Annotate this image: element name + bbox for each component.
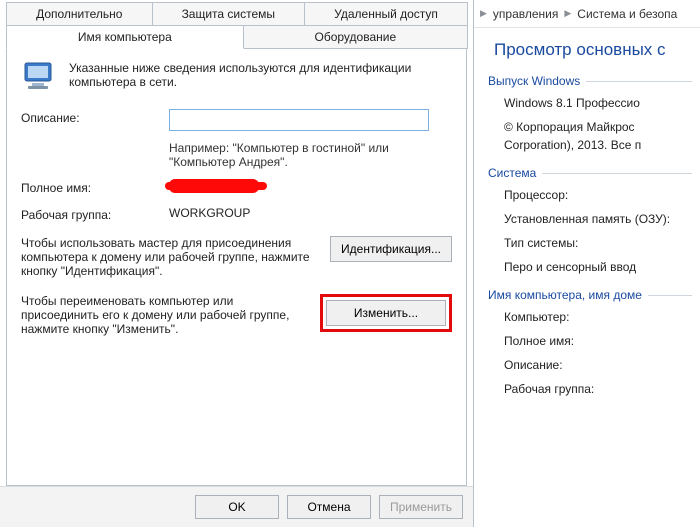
workgroup-label: Рабочая группа:	[21, 206, 169, 222]
dialog-button-bar: OK Отмена Применить	[0, 486, 473, 527]
edition-name: Windows 8.1 Профессио	[504, 96, 692, 110]
label-full-name: Полное имя:	[504, 334, 692, 348]
tabs-row-top: Дополнительно Защита системы Удаленный д…	[6, 2, 467, 26]
group-computer-name: Имя компьютера, имя доме	[488, 288, 692, 302]
change-button-highlight: Изменить...	[320, 294, 452, 332]
group-system: Система	[488, 166, 692, 180]
chevron-right-icon: ▶	[564, 8, 571, 19]
copyright-line1: © Корпорация Майкрос	[504, 120, 692, 134]
fullname-value-redacted	[169, 179, 259, 193]
label-pen-touch: Перо и сенсорный ввод	[504, 260, 692, 274]
copyright-line2: Corporation), 2013. Все п	[504, 138, 692, 152]
page-title: Просмотр основных с	[494, 40, 692, 60]
tab-computer-name[interactable]: Имя компьютера	[6, 25, 244, 49]
label-computer: Компьютер:	[504, 310, 692, 324]
description-label: Описание:	[21, 109, 169, 125]
tab-advanced[interactable]: Дополнительно	[6, 2, 153, 26]
tabs-row-bottom: Имя компьютера Оборудование	[6, 25, 467, 49]
identify-button[interactable]: Идентификация...	[330, 236, 452, 262]
tab-system-protection[interactable]: Защита системы	[152, 2, 306, 26]
control-panel-system-page: ▶ управления ▶ Система и безопа Просмотр…	[474, 0, 700, 527]
tab-remote[interactable]: Удаленный доступ	[304, 2, 468, 26]
label-system-type: Тип системы:	[504, 236, 692, 250]
description-hint: Например: "Компьютер в гостиной" или "Ко…	[169, 141, 452, 169]
tab-hardware[interactable]: Оборудование	[243, 25, 468, 49]
intro-text: Указанные ниже сведения используются для…	[69, 59, 452, 95]
cancel-button[interactable]: Отмена	[287, 495, 371, 519]
breadcrumb: ▶ управления ▶ Система и безопа	[474, 0, 700, 28]
change-button[interactable]: Изменить...	[326, 300, 446, 326]
apply-button[interactable]: Применить	[379, 495, 463, 519]
ok-button[interactable]: OK	[195, 495, 279, 519]
breadcrumb-item[interactable]: Система и безопа	[577, 7, 677, 21]
label-processor: Процессор:	[504, 188, 692, 202]
fullname-label: Полное имя:	[21, 179, 169, 195]
description-input[interactable]	[169, 109, 429, 131]
change-text: Чтобы переименовать компьютер или присое…	[21, 294, 310, 336]
label-ram: Установленная память (ОЗУ):	[504, 212, 692, 226]
workgroup-value: WORKGROUP	[169, 206, 452, 220]
tab-client-area: Указанные ниже сведения используются для…	[6, 48, 467, 486]
breadcrumb-item[interactable]: управления	[493, 7, 558, 21]
group-windows-edition: Выпуск Windows	[488, 74, 692, 88]
computer-icon	[21, 59, 57, 95]
chevron-right-icon: ▶	[480, 8, 487, 19]
identify-wizard-text: Чтобы использовать мастер для присоедине…	[21, 236, 320, 278]
label-workgroup: Рабочая группа:	[504, 382, 692, 396]
label-description: Описание:	[504, 358, 692, 372]
system-properties-dialog: Дополнительно Защита системы Удаленный д…	[0, 0, 474, 527]
